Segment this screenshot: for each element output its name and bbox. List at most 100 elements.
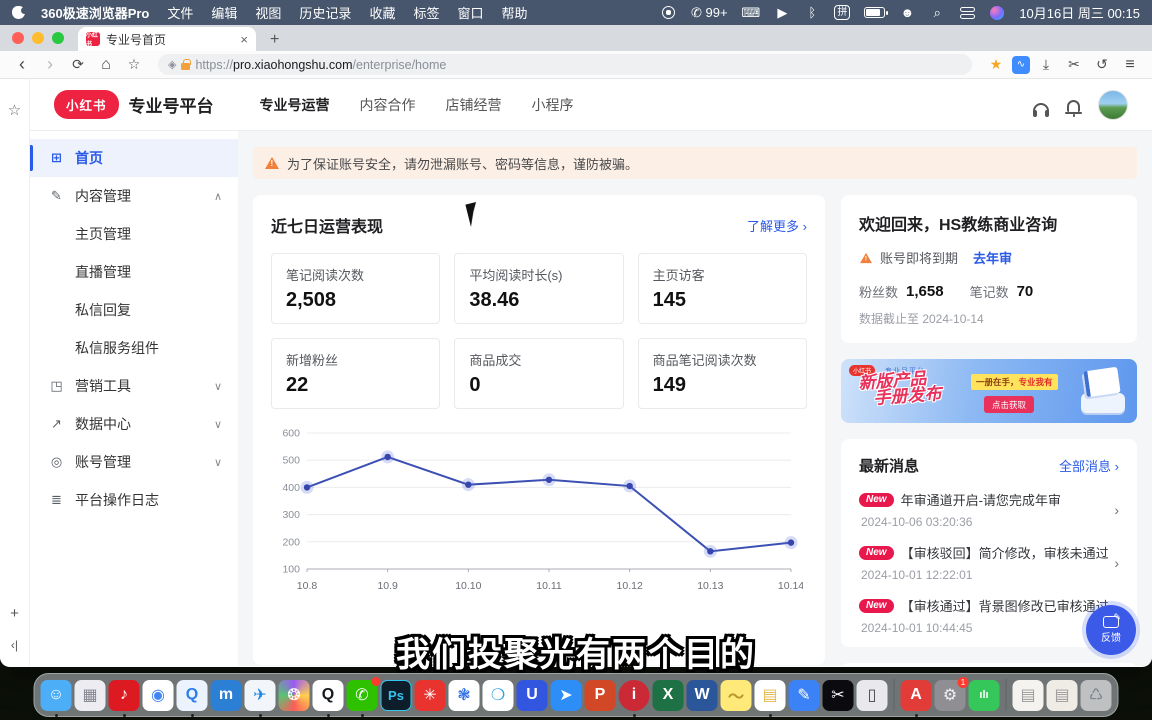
message-item[interactable]: New年审通道开启-请您完成年审2024-10-06 03:20:36› [859, 490, 1119, 529]
top-nav-item[interactable]: 店铺经营 [446, 95, 502, 115]
menubar-menu-文件[interactable]: 文件 [167, 6, 193, 21]
dock-item-stocks-app[interactable]: ılı [969, 680, 1000, 711]
apple-icon[interactable] [12, 6, 25, 19]
dock-item-photoshop[interactable]: Ps [381, 680, 412, 711]
dock-item-chat-app[interactable]: ❍ [483, 680, 514, 711]
zoom-window-button[interactable] [52, 32, 64, 44]
all-messages-link[interactable]: 全部消息 › [1059, 456, 1119, 475]
keyboard-icon[interactable]: ⌨ [742, 5, 761, 21]
top-nav-item[interactable]: 内容合作 [360, 95, 416, 115]
dock-item-chrome[interactable]: ◉ [143, 680, 174, 711]
sidebar-item[interactable]: 直播管理 [30, 253, 238, 291]
sidebar-item[interactable]: 私信服务组件 [30, 329, 238, 367]
shield-icon[interactable]: ◈ [168, 58, 176, 71]
dock-item-launchpad[interactable]: ▦ [75, 680, 106, 711]
menubar-menu-编辑[interactable]: 编辑 [211, 6, 237, 21]
bluetooth-icon[interactable]: ᛒ [804, 5, 820, 21]
dock-item-safari[interactable]: ✈ [245, 680, 276, 711]
favorite-star-icon[interactable]: ★ [984, 54, 1008, 76]
close-window-button[interactable] [12, 32, 24, 44]
dock-item-wechat[interactable]: ✆ [347, 680, 378, 711]
dock-item-minimized-window[interactable]: ▤ [1013, 680, 1044, 711]
menubar-menu-收藏[interactable]: 收藏 [369, 6, 395, 21]
dock-item-netease-music[interactable]: ♪ [109, 680, 140, 711]
sidebar-item[interactable]: ◎账号管理∨ [30, 443, 238, 481]
menubar-app-name[interactable]: 360极速浏览器Pro [41, 3, 149, 22]
dock-item-rings-app[interactable]: ❃ [449, 680, 480, 711]
promo-cta-button[interactable]: 点击获取 [984, 396, 1034, 413]
learn-more-link[interactable]: 了解更多 › [747, 216, 807, 235]
dock-item-qq[interactable]: Q [313, 680, 344, 711]
screen-record-icon[interactable] [661, 5, 677, 21]
dock-item-maxthon[interactable]: m [211, 680, 242, 711]
browser-tab[interactable]: 小红书 专业号首页 × [78, 27, 256, 51]
dock-item-red-a-app[interactable]: A [901, 680, 932, 711]
tab-close-icon[interactable]: × [240, 32, 248, 47]
dock-item-iphone-mirroring[interactable]: ▯ [857, 680, 888, 711]
collect-app-icon[interactable]: ∿ [1012, 56, 1030, 74]
message-item[interactable]: New【审核驳回】简介修改，审核未通过！2024-10-01 12:22:01› [859, 543, 1119, 582]
spotlight-search-icon[interactable]: ⌕ [929, 5, 945, 21]
sidebar-item[interactable]: ✎内容管理∧ [30, 177, 238, 215]
user-status-icon[interactable]: ☻ [899, 5, 915, 21]
forward-icon[interactable]: › [38, 54, 62, 76]
customer-service-icon[interactable] [1033, 103, 1049, 112]
battery-icon[interactable] [864, 5, 885, 21]
screenshot-scissors-icon[interactable]: ✂ [1062, 54, 1086, 76]
user-avatar[interactable] [1098, 90, 1128, 120]
dock-item-red-i-app[interactable]: i [619, 680, 650, 711]
menubar-menu-标签[interactable]: 标签 [413, 6, 439, 21]
top-nav-item[interactable]: 小程序 [532, 95, 574, 115]
dock-item-browser-360[interactable]: ❂ [279, 680, 310, 711]
browser-menu-icon[interactable]: ≡ [1118, 54, 1142, 76]
minimize-window-button[interactable] [32, 32, 44, 44]
platform-log-icon: ≣ [48, 492, 65, 508]
dock-item-capcut[interactable]: ✂ [823, 680, 854, 711]
menubar-menu-历史记录[interactable]: 历史记录 [299, 6, 351, 21]
reload-icon[interactable]: ⟳ [66, 54, 90, 76]
control-center-icon[interactable] [959, 5, 975, 21]
sidebar-favorites-icon[interactable]: ☆ [8, 101, 21, 119]
sidebar-item[interactable]: ↗数据中心∨ [30, 405, 238, 443]
download-icon[interactable]: ⤓ [1034, 54, 1058, 76]
dock-item-dingtalk[interactable]: ➤ [551, 680, 582, 711]
dock-item-u-app[interactable]: U [517, 680, 548, 711]
dock-item-minimized-window[interactable]: ▤ [1047, 680, 1078, 711]
notification-bell-icon[interactable] [1067, 100, 1080, 112]
sidebar-item[interactable]: 私信回复 [30, 291, 238, 329]
back-icon[interactable]: ‹ [10, 54, 34, 76]
new-tab-button[interactable]: + [270, 31, 279, 51]
dock-item-trash[interactable]: ♺ [1081, 680, 1112, 711]
dock-item-finder[interactable]: ☺ [41, 680, 72, 711]
sidebar-item[interactable]: 主页管理 [30, 215, 238, 253]
menubar-menu-窗口[interactable]: 窗口 [457, 6, 483, 21]
menubar-datetime[interactable]: 10月16日 周三 00:15 [1019, 3, 1140, 22]
url-bar[interactable]: ◈ https://pro.xiaohongshu.com/enterprise… [158, 54, 972, 75]
home-icon[interactable]: ⌂ [94, 54, 118, 76]
top-nav-item[interactable]: 专业号运营 [260, 95, 330, 115]
promo-banner[interactable]: 小红书 专业号平台 新版产品 手册发布 一册在手，专业我有 点击获取 [841, 359, 1137, 423]
dock-item-clock-red-app[interactable]: ✳ [415, 680, 446, 711]
sidebar-item[interactable]: ≣平台操作日志 [30, 481, 238, 519]
siri-icon[interactable] [989, 5, 1005, 21]
dock-item-system-settings[interactable]: ⚙1 [935, 680, 966, 711]
dock-item-powerpoint[interactable]: P [585, 680, 616, 711]
dock-item-pencil-app[interactable]: ✎ [789, 680, 820, 711]
dock-item-word[interactable]: W [687, 680, 718, 711]
play-status-icon[interactable]: ▶ [774, 5, 790, 21]
dock-item-stickies[interactable]: 〜 [721, 680, 752, 711]
dock-item-excel[interactable]: X [653, 680, 684, 711]
dock-item-notes[interactable]: ▤ [755, 680, 786, 711]
bookmark-star-icon[interactable]: ☆ [122, 54, 146, 76]
undo-icon[interactable]: ↺ [1090, 54, 1114, 76]
side-add-icon[interactable]: + [10, 605, 19, 622]
dock-item-qq-browser[interactable]: Q [177, 680, 208, 711]
menubar-menu-视图[interactable]: 视图 [255, 6, 281, 21]
sidebar-item[interactable]: ⊞首页 [30, 139, 238, 177]
sidebar-item[interactable]: ◳营销工具∨ [30, 367, 238, 405]
xiaohongshu-logo[interactable]: 小红书 [54, 90, 119, 119]
menubar-menu-帮助[interactable]: 帮助 [501, 6, 527, 21]
wechat-status-icon[interactable]: ✆ 99+ [691, 5, 728, 21]
renew-link[interactable]: 去年审 [973, 248, 1012, 267]
input-method-icon[interactable]: 拼 [834, 5, 850, 20]
